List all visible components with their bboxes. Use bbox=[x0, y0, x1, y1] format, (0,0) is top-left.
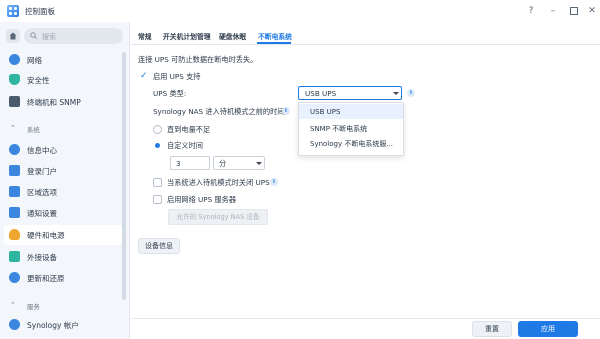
sidebar-item-label: 安全性 bbox=[27, 76, 50, 85]
enable-ups-checkbox[interactable]: ✓ bbox=[140, 72, 149, 81]
sidebar-item-notification[interactable] bbox=[4, 203, 122, 223]
time-unit-select[interactable]: 分 bbox=[213, 156, 265, 170]
sidebar-item-regional-options[interactable] bbox=[4, 182, 122, 202]
dropdown-option-label: USB UPS bbox=[310, 108, 341, 116]
sidebar-item-security[interactable] bbox=[4, 70, 122, 90]
login-portal-icon bbox=[9, 165, 20, 176]
ups-description: 连接 UPS 可防止数据在断电时丢失。 bbox=[138, 55, 258, 64]
network-ups-label: 启用网络 UPS 服务器 bbox=[167, 195, 237, 204]
radio-low-battery[interactable] bbox=[153, 125, 162, 134]
notification-icon bbox=[9, 207, 20, 218]
network-ups-checkbox[interactable] bbox=[153, 195, 162, 204]
sidebar-item-label: 信息中心 bbox=[27, 146, 57, 155]
time-value: 3 bbox=[176, 159, 181, 168]
sidebar-item-label: 终端机和 SNMP bbox=[27, 98, 81, 107]
sidebar-item-label: Synology 帐户 bbox=[27, 321, 79, 330]
search-placeholder: 搜索 bbox=[42, 33, 56, 41]
dropdown-option-label: Synology 不断电系统服... bbox=[310, 140, 394, 148]
info-center-icon bbox=[9, 144, 20, 155]
enable-ups-label: 启用 UPS 支持 bbox=[153, 72, 201, 81]
tab-general[interactable]: 常规 bbox=[138, 31, 152, 41]
ups-type-value: USB UPS bbox=[305, 89, 337, 98]
sidebar-item-external-devices[interactable] bbox=[4, 247, 122, 267]
update-icon bbox=[9, 272, 20, 283]
sidebar-item-label: 更新和还原 bbox=[27, 274, 65, 283]
window-title: 控制面板 bbox=[25, 7, 55, 16]
search-icon bbox=[30, 32, 37, 39]
sidebar-item-login-portal[interactable] bbox=[4, 161, 122, 181]
chevron-up-icon[interactable]: ⌃ bbox=[10, 124, 16, 132]
sidebar-item-label: 外接设备 bbox=[27, 253, 57, 262]
time-unit-value: 分 bbox=[219, 159, 227, 168]
chevron-down-icon bbox=[393, 92, 399, 95]
ups-type-select[interactable]: USB UPS bbox=[298, 86, 402, 100]
chevron-up-icon[interactable]: ⌃ bbox=[10, 301, 16, 309]
ups-type-label: UPS 类型: bbox=[153, 89, 187, 98]
sidebar-item-label: 通知设置 bbox=[27, 209, 57, 218]
external-device-icon bbox=[9, 251, 20, 262]
sidebar-item-label: 网络 bbox=[27, 56, 42, 65]
maximize-icon[interactable] bbox=[568, 5, 580, 17]
tab-power-schedule[interactable]: 开关机计划管理 bbox=[163, 31, 211, 41]
sidebar-item-label: 登录门户 bbox=[27, 167, 57, 176]
search-input[interactable] bbox=[24, 28, 123, 44]
chevron-down-icon bbox=[256, 162, 262, 165]
radio-custom-time-label: 自定义时间 bbox=[167, 141, 203, 150]
title-bar bbox=[0, 0, 600, 22]
radio-custom-time[interactable] bbox=[153, 141, 162, 150]
sidebar-item-label: 区域选项 bbox=[27, 188, 57, 197]
region-icon bbox=[9, 186, 20, 197]
sidebar-item-network[interactable] bbox=[4, 50, 122, 70]
sidebar-item-info-center[interactable] bbox=[4, 140, 122, 160]
close-icon[interactable]: ✕ bbox=[586, 5, 598, 17]
tab-divider bbox=[131, 44, 600, 45]
home-icon bbox=[9, 32, 17, 40]
device-info-button[interactable]: 设备信息 bbox=[138, 238, 180, 254]
time-value-input[interactable]: 3 bbox=[170, 156, 210, 170]
standby-time-label: Synology NAS 进入待机模式之前的时间 bbox=[153, 107, 285, 116]
sidebar-item-label: 硬件和电源 bbox=[27, 231, 65, 240]
minimize-icon[interactable]: – bbox=[547, 5, 559, 17]
footer-divider bbox=[131, 318, 600, 319]
section-header-system: 系统 bbox=[27, 126, 40, 134]
synology-account-icon bbox=[9, 319, 20, 330]
section-header-services: 服务 bbox=[27, 303, 40, 311]
info-icon[interactable]: i bbox=[407, 89, 415, 97]
shutdown-ups-label: 当系统进入待机模式时关闭 UPS bbox=[167, 178, 270, 187]
dropdown-option-label: SNMP 不断电系统 bbox=[310, 125, 368, 133]
apply-button[interactable]: 应用 bbox=[518, 321, 578, 337]
sidebar-scrollbar[interactable] bbox=[122, 52, 126, 300]
lightbulb-icon bbox=[9, 229, 20, 240]
tab-hdd-hibernation[interactable]: 硬盘休眠 bbox=[219, 31, 246, 41]
radio-low-battery-label: 直到电量不足 bbox=[167, 125, 211, 134]
shutdown-ups-checkbox[interactable] bbox=[153, 178, 162, 187]
info-icon[interactable]: i bbox=[270, 178, 278, 186]
home-button[interactable] bbox=[6, 29, 20, 43]
reset-button[interactable]: 重置 bbox=[472, 321, 512, 337]
network-icon bbox=[9, 54, 20, 65]
tab-ups[interactable]: 不断电系统 bbox=[258, 31, 292, 41]
info-icon[interactable]: i bbox=[282, 107, 290, 115]
shield-icon bbox=[9, 74, 20, 85]
terminal-icon bbox=[9, 96, 20, 107]
allowed-devices-button[interactable]: 允许的 Synology NAS 设备 bbox=[168, 209, 268, 225]
control-panel-icon bbox=[7, 5, 19, 17]
help-icon[interactable]: ? bbox=[525, 5, 537, 17]
